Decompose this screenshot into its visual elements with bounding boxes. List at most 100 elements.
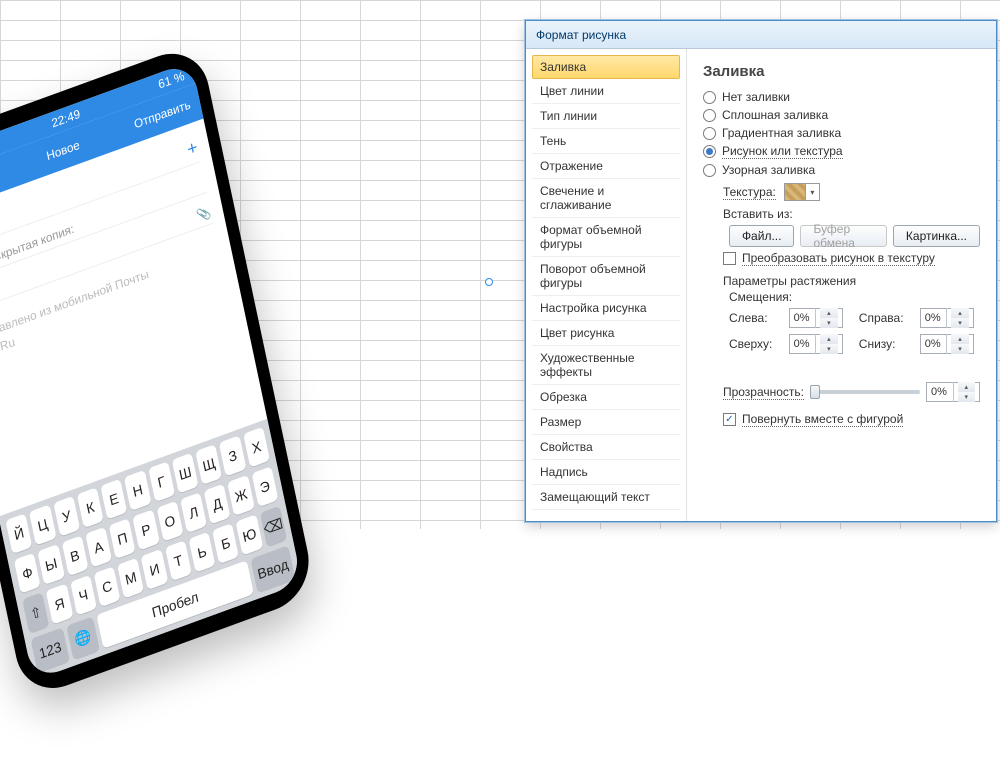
sidebar-item-3[interactable]: Тень — [532, 129, 680, 154]
return-key[interactable]: Ввод — [250, 545, 295, 592]
key-Т[interactable]: Т — [165, 540, 192, 581]
tile-checkbox[interactable] — [723, 252, 736, 265]
shift-key[interactable]: ⇧ — [22, 592, 49, 633]
sidebar-item-13[interactable]: Свойства — [532, 435, 680, 460]
key-Б[interactable]: Б — [212, 523, 239, 564]
key-Ы[interactable]: Ы — [38, 544, 65, 585]
key-Ж[interactable]: Ж — [228, 475, 255, 516]
key-У[interactable]: У — [53, 496, 80, 537]
clipboard-button: Буфер обмена — [800, 225, 886, 247]
pane-heading: Заливка — [703, 63, 980, 80]
sidebar-item-11[interactable]: Обрезка — [532, 385, 680, 410]
sidebar-item-14[interactable]: Надпись — [532, 460, 680, 485]
sidebar-item-15[interactable]: Замещающий текст — [532, 485, 680, 510]
add-contact-icon[interactable]: + — [185, 136, 199, 160]
clipart-button[interactable]: Картинка... — [893, 225, 980, 247]
texture-dropdown-icon[interactable]: ▾ — [806, 183, 820, 201]
offset-right-label: Справа: — [859, 311, 910, 325]
sidebar-item-12[interactable]: Размер — [532, 410, 680, 435]
fill-radio-0[interactable]: Нет заливки — [703, 90, 980, 104]
stretch-group-label: Параметры растяжения — [723, 274, 980, 288]
sidebar-item-6[interactable]: Формат объемной фигуры — [532, 218, 680, 257]
transparency-slider[interactable] — [810, 390, 920, 394]
dialog-titlebar[interactable]: Формат рисунка — [526, 21, 996, 49]
backspace-key[interactable]: ⌫ — [260, 506, 287, 547]
fill-radio-4[interactable]: Узорная заливка — [703, 163, 980, 177]
tile-label: Преобразовать рисунок в текстуру — [742, 251, 935, 266]
sidebar-item-2[interactable]: Тип линии — [532, 104, 680, 129]
radio-icon — [703, 145, 716, 158]
key-Ф[interactable]: Ф — [14, 553, 41, 594]
radio-label: Градиентная заливка — [722, 126, 841, 140]
key-Щ[interactable]: Щ — [195, 444, 222, 485]
attach-icon[interactable]: 📎 — [196, 205, 213, 224]
radio-label: Нет заливки — [722, 90, 790, 104]
sidebar-item-9[interactable]: Цвет рисунка — [532, 321, 680, 346]
offset-left-input[interactable]: 0%▴▾ — [789, 308, 843, 328]
fill-radio-3[interactable]: Рисунок или текстура — [703, 144, 980, 159]
format-picture-dialog: Формат рисунка ЗаливкаЦвет линииТип лини… — [525, 20, 997, 522]
offset-bottom-input[interactable]: 0%▴▾ — [920, 334, 974, 354]
key-Н[interactable]: Н — [124, 470, 151, 511]
texture-label: Текстура: — [723, 185, 776, 200]
file-button[interactable]: Файл... — [729, 225, 795, 247]
offsets-label: Смещения: — [729, 290, 980, 304]
radio-icon — [703, 91, 716, 104]
globe-key[interactable]: 🌐 — [66, 616, 99, 659]
key-Г[interactable]: Г — [148, 461, 175, 502]
dialog-title: Формат рисунка — [536, 28, 626, 42]
key-Ь[interactable]: Ь — [188, 532, 215, 573]
insert-from-label: Вставить из: — [723, 207, 980, 221]
key-И[interactable]: И — [141, 549, 168, 590]
key-Ш[interactable]: Ш — [172, 453, 199, 494]
key-О[interactable]: О — [156, 501, 183, 542]
key-Д[interactable]: Д — [204, 484, 231, 525]
key-Л[interactable]: Л — [180, 492, 207, 533]
rotate-label: Повернуть вместе с фигурой — [742, 412, 903, 427]
key-Р[interactable]: Р — [133, 509, 160, 550]
sidebar-item-7[interactable]: Поворот объемной фигуры — [532, 257, 680, 296]
offset-top-label: Сверху: — [729, 337, 779, 351]
fill-radios: Нет заливки Сплошная заливка Градиентная з… — [703, 90, 980, 177]
radio-label: Узорная заливка — [722, 163, 815, 177]
radio-icon — [703, 127, 716, 140]
sidebar-item-0[interactable]: Заливка — [532, 55, 680, 79]
sidebar-item-5[interactable]: Свечение и сглаживание — [532, 179, 680, 218]
numbers-key[interactable]: 123 — [31, 627, 70, 672]
sidebar-item-8[interactable]: Настройка рисунка — [532, 296, 680, 321]
rotate-checkbox[interactable]: ✓ — [723, 413, 736, 426]
dialog-sidebar: ЗаливкаЦвет линииТип линииТеньОтражениеС… — [526, 49, 687, 521]
offset-right-input[interactable]: 0%▴▾ — [920, 308, 974, 328]
key-З[interactable]: З — [219, 435, 246, 476]
transparency-input[interactable]: 0%▴▾ — [926, 382, 980, 402]
fill-radio-1[interactable]: Сплошная заливка — [703, 108, 980, 122]
key-Х[interactable]: Х — [243, 427, 270, 468]
fill-radio-2[interactable]: Градиентная заливка — [703, 126, 980, 140]
key-Ц[interactable]: Ц — [29, 505, 56, 546]
transparency-label: Прозрачность: — [723, 385, 804, 400]
key-Ч[interactable]: Ч — [70, 575, 97, 616]
sidebar-item-1[interactable]: Цвет линии — [532, 79, 680, 104]
key-Й[interactable]: Й — [5, 513, 32, 554]
key-С[interactable]: С — [93, 566, 120, 607]
key-Э[interactable]: Э — [251, 466, 278, 507]
sidebar-item-4[interactable]: Отражение — [532, 154, 680, 179]
key-Я[interactable]: Я — [46, 584, 73, 625]
radio-label: Сплошная заливка — [722, 108, 828, 122]
radio-icon — [703, 164, 716, 177]
key-М[interactable]: М — [117, 558, 144, 599]
key-К[interactable]: К — [77, 487, 104, 528]
texture-swatch[interactable] — [784, 183, 806, 201]
sidebar-item-10[interactable]: Художественные эффекты — [532, 346, 680, 385]
offset-bottom-label: Снизу: — [859, 337, 910, 351]
key-П[interactable]: П — [109, 518, 136, 559]
key-Ю[interactable]: Ю — [236, 514, 263, 555]
radio-icon — [703, 109, 716, 122]
radio-label: Рисунок или текстура — [722, 144, 843, 159]
key-А[interactable]: А — [85, 527, 112, 568]
selection-handle[interactable] — [485, 278, 493, 286]
offset-left-label: Слева: — [729, 311, 779, 325]
key-В[interactable]: В — [61, 535, 88, 576]
offset-top-input[interactable]: 0%▴▾ — [789, 334, 843, 354]
key-Е[interactable]: Е — [100, 479, 127, 520]
